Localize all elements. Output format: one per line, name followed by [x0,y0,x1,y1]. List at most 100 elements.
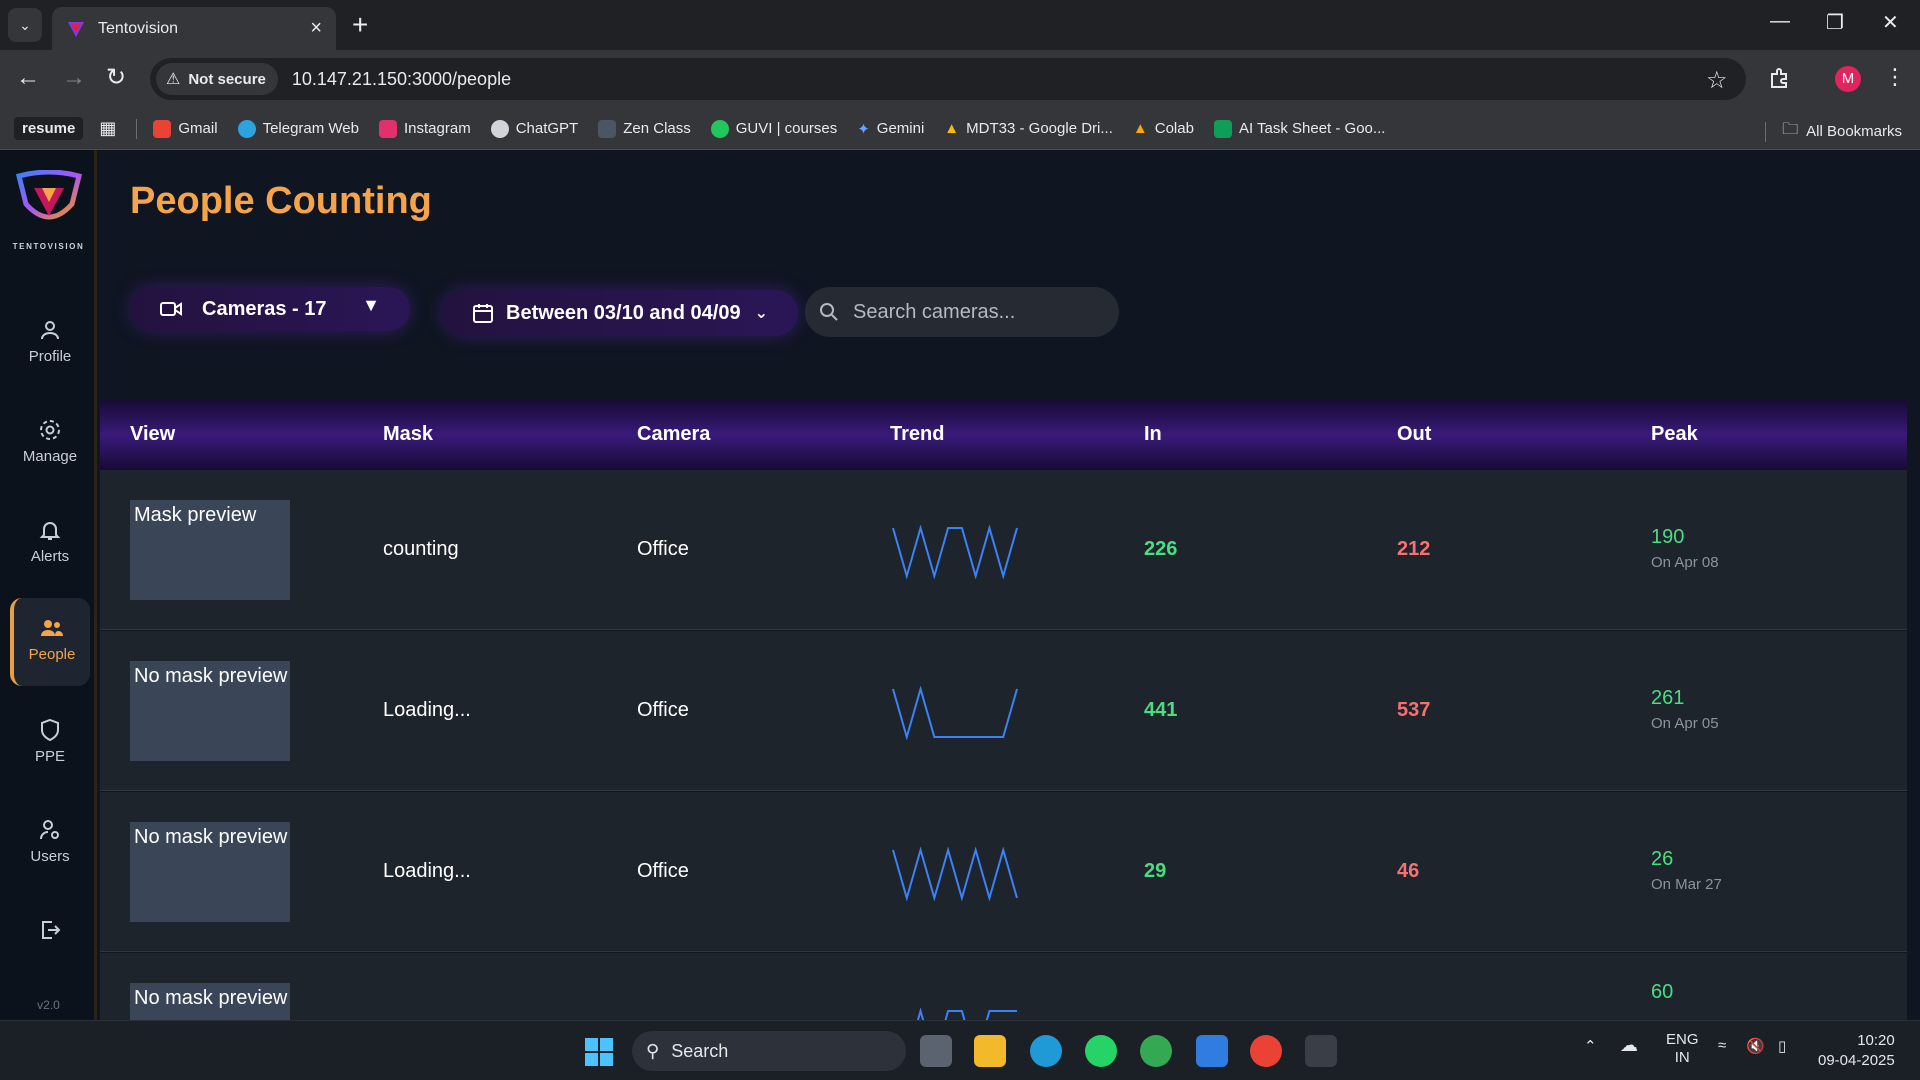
trend-sparkline [892,686,1018,740]
sidebar-item-label: Users [30,848,70,865]
chrome-profile-icon[interactable] [1250,1035,1282,1067]
guvi-icon [710,119,729,138]
url-text[interactable]: 10.147.21.150:3000/people [292,69,511,90]
sidebar-item-people[interactable]: People [10,598,90,686]
speaker-muted-icon[interactable]: 🔇 [1746,1037,1765,1055]
bookmark-label: Gemini [876,120,925,137]
bookmark-mdt33-drive[interactable]: ▲ MDT33 - Google Dri... [944,120,1113,137]
address-bar[interactable]: ⚠ Not secure 10.147.21.150:3000/people [150,58,1746,100]
camera-filter-dropdown[interactable]: Cameras - 17 ▼ [130,287,410,331]
chrome-icon[interactable] [1140,1035,1172,1067]
camera-search[interactable] [805,287,1119,337]
terminal-icon[interactable] [1305,1035,1337,1067]
system-clock[interactable]: 10:20 09-04-2025 [1818,1031,1895,1071]
minimize-icon[interactable]: — [1770,10,1790,33]
edge-icon[interactable] [1030,1035,1062,1067]
column-header-out[interactable]: Out [1397,423,1431,446]
browser-tab[interactable]: Tentovision × [52,7,336,50]
back-icon[interactable]: ← [16,64,40,92]
logout-button[interactable] [10,900,90,960]
new-tab-button[interactable]: + [352,10,368,40]
trend-line [892,525,1018,579]
column-header-view[interactable]: View [130,423,175,446]
sidebar-item-profile[interactable]: Profile [10,300,90,388]
bookmark-gemini[interactable]: ✦ Gemini [857,120,924,138]
bookmark-label: Instagram [404,120,471,137]
date-range-dropdown[interactable]: Between 03/10 and 04/09 ⌄ [442,290,798,336]
whatsapp-icon[interactable] [1085,1035,1117,1067]
sidebar-item-ppe[interactable]: PPE [10,700,90,788]
close-window-icon[interactable]: ✕ [1882,10,1899,35]
peak-count: 190 [1651,526,1685,548]
camera-preview-image[interactable]: No mask preview [130,661,290,761]
reload-icon[interactable]: ↻ [106,64,126,92]
clock-date: 09-04-2025 [1818,1052,1895,1069]
in-count: 226 [1144,538,1178,560]
taskbar-search-label: Search [671,1040,729,1061]
forward-icon[interactable]: → [62,64,86,92]
close-tab-icon[interactable]: × [310,17,322,40]
not-secure-label: Not secure [188,70,266,88]
telegram-icon [237,119,256,138]
table-row[interactable]: Mask preview counting Office 226 212 190… [100,470,1907,630]
bookmark-zen-class[interactable]: Zen Class [598,119,691,138]
extensions-icon[interactable] [1768,66,1792,90]
tab-search-button[interactable]: ⌄ [8,8,42,42]
bookmark-ai-task-sheet[interactable]: AI Task Sheet - Goo... [1213,119,1385,138]
profile-avatar[interactable]: M [1835,66,1861,92]
table-row[interactable]: No mask preview Loading... Office 441 53… [100,631,1907,791]
windows-taskbar: ⚲ Search ⌃ ☁ ENG IN ≈ 🔇 ▯ 10:20 09-04-20… [0,1020,1920,1080]
bookmark-chatgpt[interactable]: ChatGPT [490,119,578,138]
sidebar-item-label: People [28,646,76,663]
table-row[interactable]: No mask preview Loading... Office 29 46 … [100,792,1907,952]
sidebar-item-label: Manage [22,448,78,465]
tray-overflow-icon[interactable]: ⌃ [1584,1037,1597,1055]
google-drive-icon: ▲ [944,120,960,137]
bookmark-separator [136,118,138,139]
sidebar: TENTOVISION Profile Manage Alerts People… [0,150,97,1020]
apps-grid-icon[interactable]: ▦ [99,118,116,139]
calendar-icon [473,304,493,323]
page-title: People Counting [130,180,432,222]
all-bookmarks-button[interactable]: 🗀 All Bookmarks [1765,118,1902,145]
task-view-icon[interactable] [920,1035,952,1067]
column-header-camera[interactable]: Camera [637,423,710,446]
chatgpt-icon [490,119,509,138]
bookmark-star-icon[interactable]: ☆ [1706,66,1728,95]
restore-icon[interactable]: ❐ [1826,10,1844,35]
notepad-icon[interactable] [1196,1035,1228,1067]
search-input[interactable] [853,300,1103,324]
bookmark-guvi[interactable]: GUVI | courses [710,119,837,138]
browser-menu-icon[interactable]: ⋮ [1884,64,1906,90]
taskbar-search[interactable]: ⚲ Search [632,1031,906,1071]
bookmark-instagram[interactable]: Instagram [379,119,471,138]
column-header-peak[interactable]: Peak [1651,423,1698,446]
shield-icon [41,718,59,742]
language-indicator[interactable]: ENG IN [1666,1031,1699,1067]
trend-line [892,847,1018,901]
bookmark-resume[interactable]: resume [14,117,84,140]
sidebar-item-alerts[interactable]: Alerts [10,500,90,588]
site-info-button[interactable]: ⚠ Not secure [156,63,278,95]
camera-preview-image[interactable]: No mask preview [130,822,290,922]
column-header-trend[interactable]: Trend [890,423,944,446]
bookmark-colab[interactable]: ▲ Colab [1133,120,1194,137]
bookmark-gmail[interactable]: Gmail [153,119,218,138]
sidebar-item-users[interactable]: Users [10,800,90,888]
out-count: 212 [1397,538,1431,560]
windows-start-icon[interactable] [584,1037,614,1067]
battery-icon[interactable]: ▯ [1778,1037,1786,1055]
sidebar-item-manage[interactable]: Manage [10,400,90,488]
camera-preview-image[interactable]: No mask preview [130,983,290,1020]
column-header-in[interactable]: In [1144,423,1162,446]
wifi-icon[interactable]: ≈ [1718,1037,1726,1054]
peak-date: On Apr 08 [1651,554,1719,571]
column-header-mask[interactable]: Mask [383,423,433,446]
table-row[interactable]: No mask preview 60 [100,953,1907,1020]
onedrive-icon[interactable]: ☁ [1620,1035,1638,1056]
file-explorer-icon[interactable] [974,1035,1006,1067]
out-count: 537 [1397,699,1431,721]
bookmark-telegram[interactable]: Telegram Web [237,119,359,138]
camera-preview-image[interactable]: Mask preview [130,500,290,600]
logout-icon [42,921,61,939]
